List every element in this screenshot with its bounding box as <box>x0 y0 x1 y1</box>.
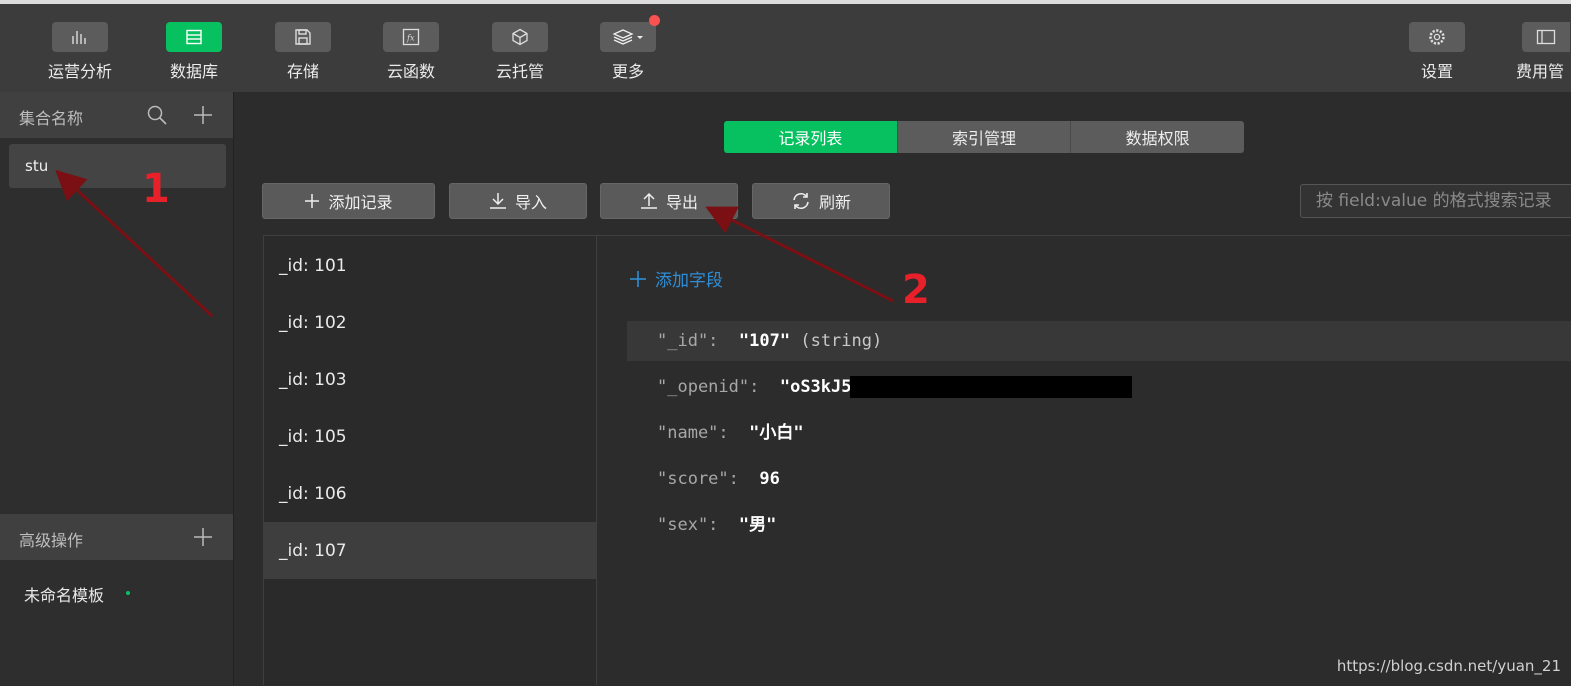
annotation-arrows <box>55 169 894 318</box>
annotation-number: 2 <box>902 267 930 313</box>
annotation-number: 1 <box>142 166 170 212</box>
watermark: https://blog.csdn.net/yuan_21 <box>1336 657 1561 675</box>
